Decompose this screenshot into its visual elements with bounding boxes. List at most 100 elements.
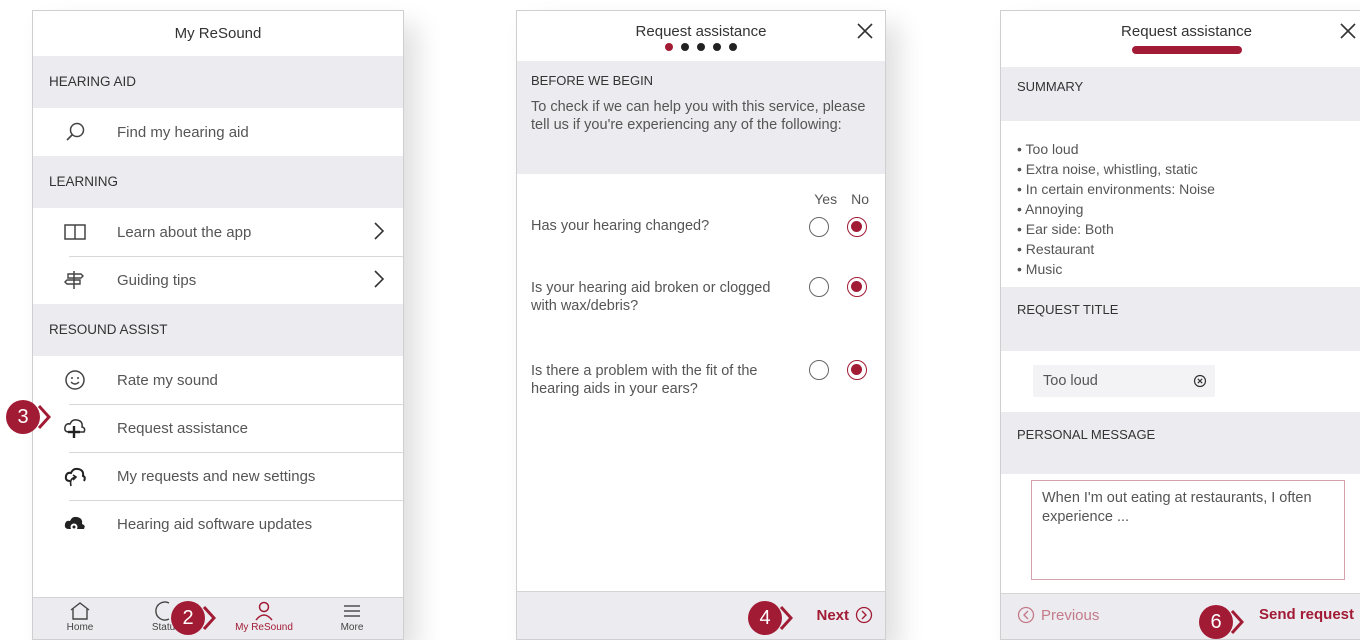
menu-item-request-assistance[interactable]: Request assistance [33,404,403,452]
request-assistance-screen: Request assistance BEFORE WE BEGIN To ch… [516,10,886,640]
answer-column-headers: Yes No [814,191,869,207]
menu-item-label: Request assistance [117,419,248,437]
step-badge: 3 [6,399,51,435]
previous-label: Previous [1041,606,1100,624]
no-header: No [851,191,869,207]
question-text: Is your hearing aid broken or clogged wi… [531,280,771,314]
list-item: Ear side: Both [1017,219,1360,239]
home-icon [70,602,90,620]
next-button[interactable]: Next [816,606,873,624]
intro-text: To check if we can help you with this se… [531,99,866,133]
my-resound-screen: My ReSound HEARING AID Find my hearing a… [32,10,404,640]
menu-item-find-hearing-aid[interactable]: Find my hearing aid [33,108,403,156]
tab-label: More [340,622,364,633]
radio-yes[interactable] [809,217,829,237]
list-item: Annoying [1017,199,1360,219]
section-learning: LEARNING [33,156,403,208]
signpost-icon [33,269,117,291]
search-icon [33,121,117,143]
request-title-heading: REQUEST TITLE [1001,287,1360,351]
step-badge: 2 [171,600,216,636]
send-request-button[interactable]: Send request [1259,606,1354,623]
menu-item-rate-my-sound[interactable]: Rate my sound [33,356,403,404]
menu-item-label: My requests and new settings [117,467,316,485]
radio-yes[interactable] [809,277,829,297]
chevron-circle-left-icon [1017,606,1035,624]
step-number: 4 [748,601,782,635]
personal-message-textarea[interactable]: When I'm out eating at restaurants, I of… [1031,480,1345,580]
radio-yes[interactable] [809,360,829,380]
book-icon [33,222,117,242]
menu-item-label: Find my hearing aid [117,123,249,141]
progress-dot [697,43,705,51]
request-summary-screen: Request assistance SUMMARY Too loud Extr… [1000,10,1360,640]
tab-my-resound[interactable]: My ReSound [229,601,299,633]
smiley-icon [33,369,117,391]
radio-no[interactable] [847,277,867,297]
menu-item-my-requests[interactable]: My requests and new settings [33,452,403,500]
step-badge: 6 [1199,604,1244,640]
personal-message-heading: PERSONAL MESSAGE [1001,412,1360,474]
progress-dot [665,43,673,51]
menu-item-learn-about-app[interactable]: Learn about the app [33,208,403,256]
list-item: Music [1017,259,1360,279]
next-label: Next [816,606,849,624]
menu-item-label: Guiding tips [117,271,197,289]
footer-bar: Next [517,591,885,639]
chevron-right-icon [373,220,385,247]
chevron-right-icon [373,268,385,295]
header: Request assistance [517,11,885,61]
progress-dot [681,43,689,51]
section-resound-assist: RESOUND ASSIST [33,304,403,356]
cloud-gear-icon [33,513,117,535]
section-hearing-aid: HEARING AID [33,56,403,108]
summary-heading: SUMMARY [1001,67,1360,121]
bottom-tab-bar: Home Status My ReSound More [33,597,403,639]
menu-item-software-updates[interactable]: Hearing aid software updates [33,500,403,548]
step-badge: 4 [748,600,793,636]
close-icon[interactable] [855,21,875,45]
menu-icon [344,605,360,617]
list-item: In certain environments: Noise [1017,179,1360,199]
step-number: 3 [6,400,40,434]
progress-dot [729,43,737,51]
header: Request assistance [1001,11,1360,67]
radio-no[interactable] [847,217,867,237]
request-title-input[interactable]: Too loud [1033,365,1215,397]
request-title-value: Too loud [1043,373,1098,389]
menu-item-guiding-tips[interactable]: Guiding tips [33,256,403,304]
list-item: Too loud [1017,139,1360,159]
step-number: 6 [1199,605,1233,639]
page-title: Request assistance [635,23,767,40]
intro-panel: BEFORE WE BEGIN To check if we can help … [517,61,885,174]
tab-home[interactable]: Home [45,601,115,633]
cloud-arrow-icon [33,465,117,487]
question-text: Has your hearing changed? [531,218,710,234]
summary-list: Too loud Extra noise, whistling, static … [1001,121,1360,287]
tab-label: Home [66,622,94,633]
person-icon [255,601,273,621]
chevron-right-icon [1230,609,1244,635]
chevron-right-icon [779,605,793,631]
menu-item-label: Learn about the app [117,223,252,241]
tab-more[interactable]: More [317,601,387,633]
chevron-right-icon [202,605,216,631]
clear-icon[interactable] [1193,374,1207,392]
progress-dot [713,43,721,51]
menu-item-label: Hearing aid software updates [117,515,313,533]
page-title: Request assistance [1121,23,1252,40]
page-title: My ReSound [174,25,262,42]
previous-button[interactable]: Previous [1017,606,1099,624]
list-item: Restaurant [1017,239,1360,259]
question-text: Is there a problem with the fit of the h… [531,363,758,397]
progress-bar [1131,46,1242,54]
list-item: Extra noise, whistling, static [1017,159,1360,179]
step-number: 2 [171,601,205,635]
chevron-circle-right-icon [855,606,873,624]
radio-no[interactable] [847,360,867,380]
menu-item-label: Rate my sound [117,371,218,389]
section-heading: BEFORE WE BEGIN [531,73,654,88]
tab-label: My ReSound [235,622,293,633]
close-icon[interactable] [1338,21,1358,45]
yes-header: Yes [814,191,838,207]
